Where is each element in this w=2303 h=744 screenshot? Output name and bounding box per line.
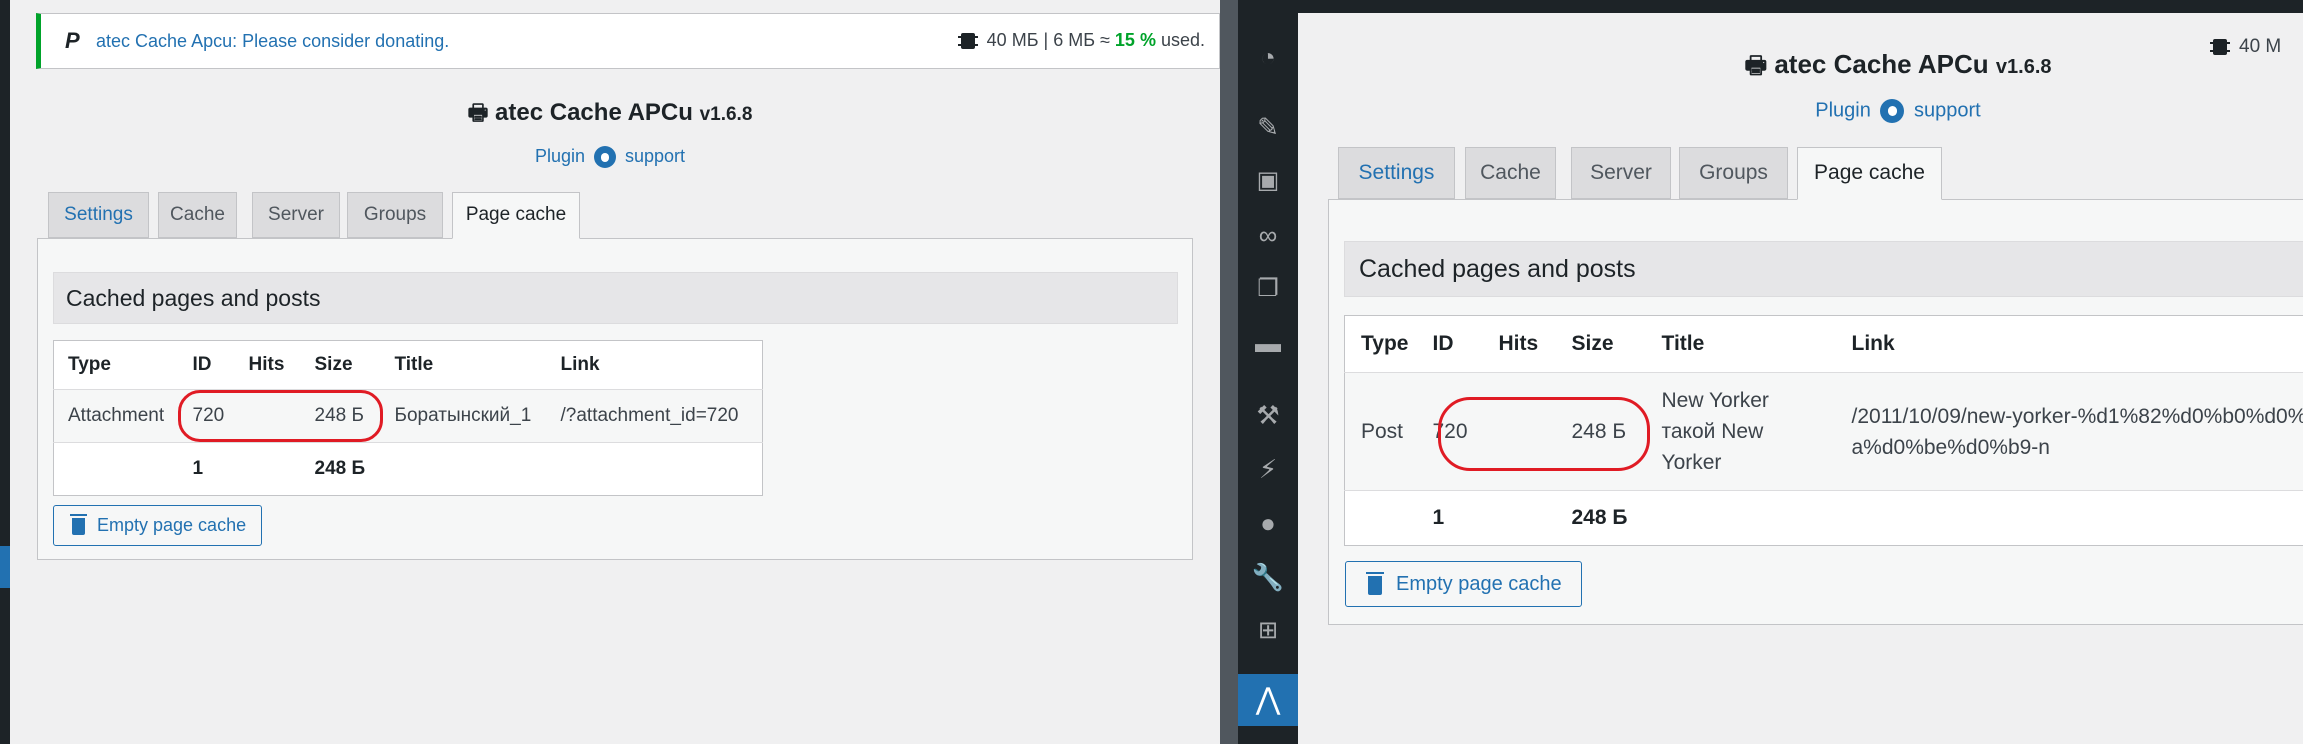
apcu-memory-usage: 40 МБ | 6 МБ ≈ 15 % used. — [957, 30, 1205, 51]
empty-page-cache-button[interactable]: Empty page cache — [53, 505, 262, 546]
pin-icon[interactable]: ✎ — [1250, 112, 1286, 142]
usage-total: 40 МБ — [986, 30, 1039, 50]
donation-message[interactable]: atec Cache Apcu: Please consider donatin… — [96, 31, 449, 52]
tab-server[interactable]: Server — [1571, 147, 1671, 199]
link-icon[interactable]: ∞ — [1250, 220, 1286, 250]
tab-settings[interactable]: Settings — [1338, 147, 1455, 199]
plugin-logo-icon: 🖶 — [1744, 52, 1768, 79]
users-icon[interactable]: ● — [1250, 508, 1286, 538]
dashboard-icon[interactable]: ◔ — [1250, 42, 1286, 72]
tab-page-cache[interactable]: Page cache — [1797, 147, 1942, 200]
empty-page-cache-button[interactable]: Empty page cache — [1345, 561, 1582, 607]
page-title: 🖶 atec Cache APCu v1.6.8 — [467, 99, 753, 126]
cell-title: Боратынский_1 — [384, 389, 551, 443]
atec-plugin-icon: ⋀ — [1255, 683, 1281, 716]
highlight-circle — [178, 390, 383, 442]
total-size: 248 Б — [304, 442, 385, 496]
plugin-links: Plugin support — [380, 146, 840, 169]
plugin-link[interactable]: Plugin — [1815, 99, 1871, 121]
section-header: Cached pages and posts — [1344, 241, 2303, 297]
left-screenshot-panel: P atec Cache Apcu: Please consider donat… — [0, 0, 1220, 744]
cell-link[interactable]: /?attachment_id=720 — [550, 389, 763, 443]
usage-used: 6 МБ — [1053, 30, 1096, 50]
total-count: 1 — [1424, 490, 1491, 546]
memory-chip-icon — [957, 33, 978, 50]
col-link: Link — [560, 354, 600, 375]
col-link: Link — [1851, 332, 1895, 355]
media-icon[interactable]: ▣ — [1250, 166, 1286, 196]
tab-groups[interactable]: Groups — [347, 192, 443, 238]
left-collapse-arrow[interactable] — [0, 546, 10, 588]
memory-chip-icon — [2210, 38, 2230, 55]
col-size: Size — [314, 354, 353, 375]
tab-page-cache[interactable]: Page cache — [452, 192, 580, 239]
cell-link[interactable]: /2011/10/09/new-yorker-%d1%82%d0%b0%d0%b… — [1843, 372, 2303, 491]
plugin-version: v1.6.8 — [1995, 56, 2052, 78]
table-total-row: 1 248 Б — [53, 442, 763, 496]
col-hits: Hits — [1498, 332, 1539, 355]
table-row: Attachment 720 248 Б Боратынский_1 /?att… — [53, 389, 763, 443]
left-admin-sidebar-strip — [0, 0, 10, 744]
trash-icon — [1366, 571, 1384, 595]
paypal-icon[interactable]: P — [65, 28, 80, 54]
settings-icon[interactable]: ⊞ — [1250, 616, 1286, 646]
tab-server[interactable]: Server — [252, 192, 340, 238]
panel-divider — [1220, 0, 1238, 744]
comments-icon[interactable]: ▬ — [1250, 328, 1286, 358]
total-size: 248 Б — [1563, 490, 1654, 546]
col-title: Title — [394, 354, 434, 375]
usage-percent: 15 % — [1114, 30, 1156, 50]
support-link[interactable]: support — [1914, 99, 1981, 121]
support-lifebuoy-icon[interactable] — [594, 146, 616, 169]
plugin-links: Plugin support — [1718, 99, 2078, 123]
col-hits: Hits — [248, 354, 285, 375]
support-link[interactable]: support — [625, 146, 685, 166]
tab-cache[interactable]: Cache — [1465, 147, 1556, 199]
right-admin-bar — [1238, 0, 2303, 13]
tab-cache[interactable]: Cache — [158, 192, 237, 238]
col-type: Type — [68, 354, 111, 375]
cell-type: Attachment — [53, 389, 182, 443]
pages-icon[interactable]: ❐ — [1250, 274, 1286, 304]
plugin-version: v1.6.8 — [699, 104, 753, 125]
total-count: 1 — [181, 442, 240, 496]
page-cache-table: Type ID Hits Size Title Link Attachment … — [53, 340, 763, 496]
highlight-circle — [1438, 397, 1650, 471]
right-memory-usage: 40 М — [2210, 36, 2281, 58]
cell-title: New Yorker такой New Yorker — [1653, 372, 1844, 491]
atec-plugin-menu-item[interactable]: ⋀ — [1238, 674, 1298, 726]
tools-icon[interactable]: 🔧 — [1250, 562, 1286, 592]
trash-icon — [70, 514, 87, 535]
donation-notice: P atec Cache Apcu: Please consider donat… — [36, 13, 1220, 69]
col-title: Title — [1661, 332, 1705, 355]
tab-settings[interactable]: Settings — [48, 192, 149, 238]
col-id: ID — [192, 354, 212, 375]
plugin-header: 🖶 atec Cache APCu v1.6.8 Plugin support — [1718, 48, 2078, 123]
col-id: ID — [1432, 332, 1454, 355]
table-total-row: 1 248 Б — [1344, 490, 2303, 546]
right-screenshot-panel: ◔ ✎ ▣ ∞ ❐ ▬ ⚒ ⚡ ● 🔧 ⊞ ⋀ 40 М 🖶 atec Cach… — [1238, 0, 2303, 744]
plugin-link[interactable]: Plugin — [535, 146, 585, 166]
tab-groups[interactable]: Groups — [1679, 147, 1788, 199]
col-size: Size — [1571, 332, 1614, 355]
right-admin-sidebar: ◔ ✎ ▣ ∞ ❐ ▬ ⚒ ⚡ ● 🔧 ⊞ ⋀ — [1238, 0, 1298, 744]
col-type: Type — [1361, 332, 1409, 355]
page-title: 🖶 atec Cache APCu v1.6.8 — [1744, 49, 2052, 79]
support-lifebuoy-icon[interactable] — [1880, 99, 1905, 123]
plugins-icon[interactable]: ⚡ — [1250, 454, 1286, 484]
appearance-icon[interactable]: ⚒ — [1250, 400, 1286, 430]
cell-type: Post — [1344, 372, 1425, 491]
plugin-logo-icon: 🖶 — [467, 100, 489, 125]
plugin-header: 🖶 atec Cache APCu v1.6.8 Plugin support — [380, 96, 840, 169]
section-header: Cached pages and posts — [53, 272, 1178, 324]
